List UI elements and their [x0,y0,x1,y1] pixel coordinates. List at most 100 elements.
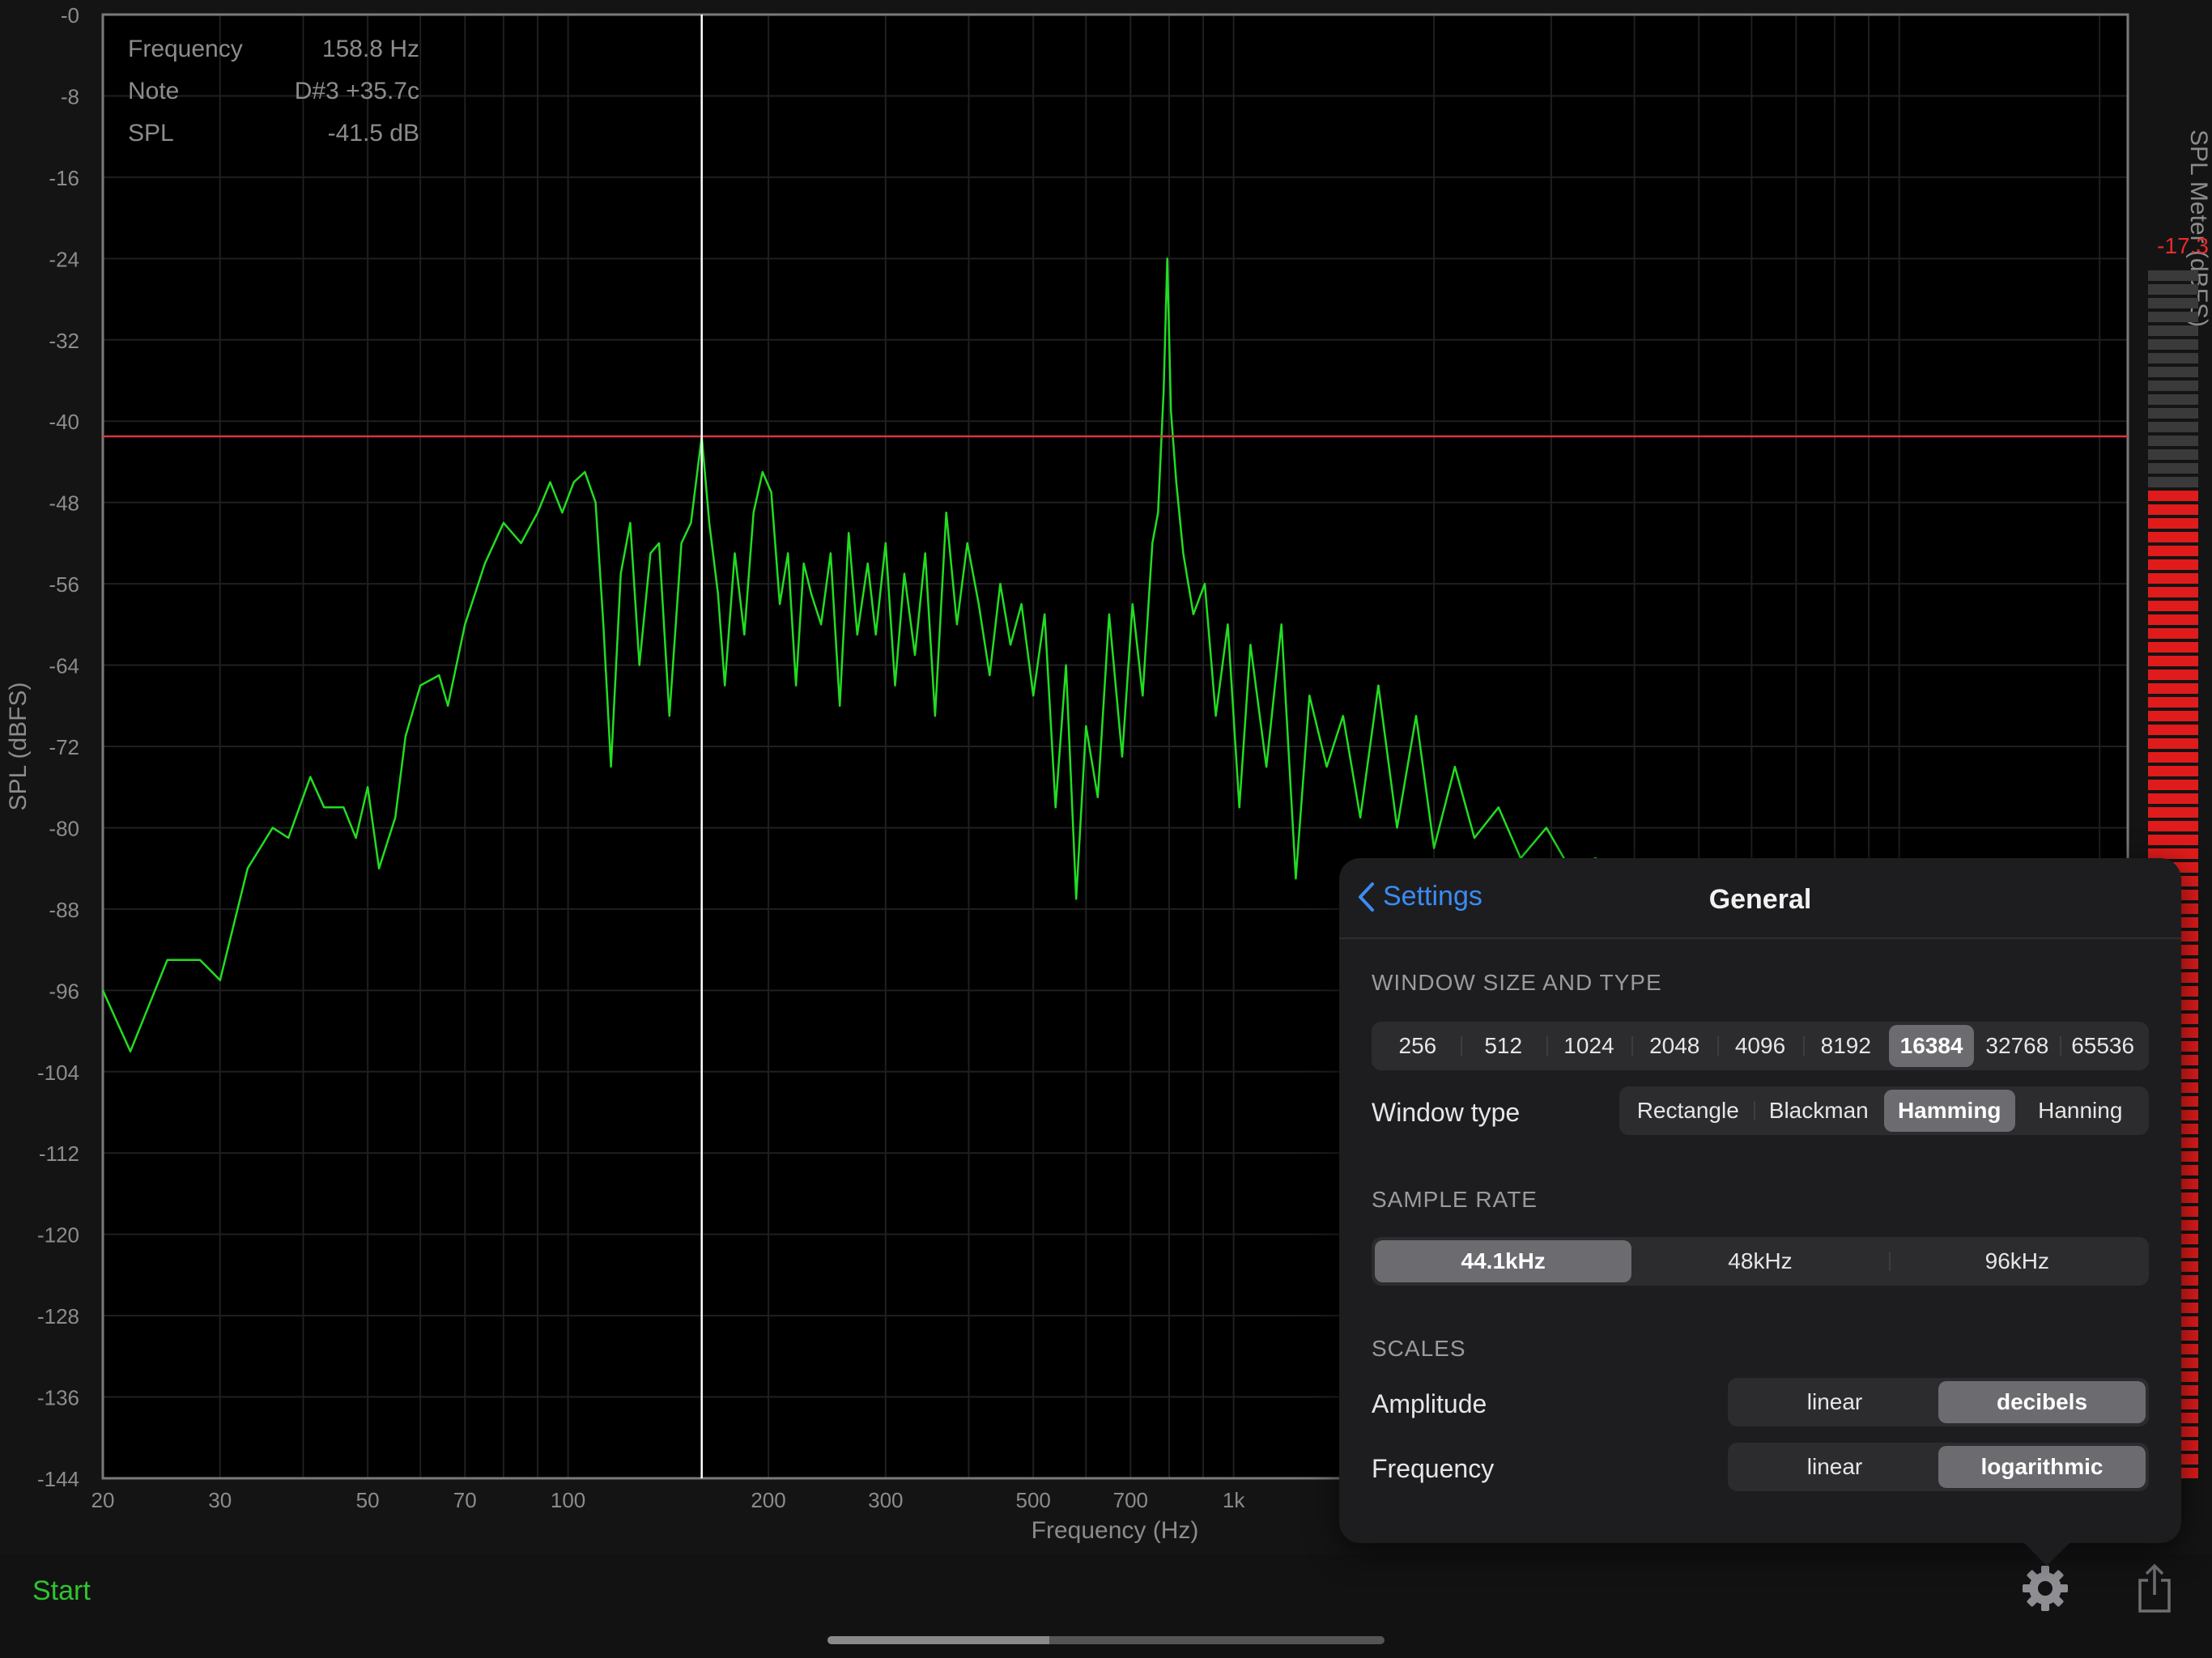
meter-segment [2148,738,2198,749]
y-tick-label: -8 [61,84,79,108]
window-size-option[interactable]: 2048 [1631,1025,1717,1067]
share-icon[interactable] [2133,1561,2176,1616]
meter-segment [2148,670,2198,680]
meter-segment [2148,559,2198,570]
y-tick-label: -88 [49,898,79,922]
meter-segment [2148,780,2198,790]
readout-value: D#3 +35.7c [294,78,419,104]
window-size-option[interactable]: 4096 [1717,1025,1803,1067]
y-tick-label: -128 [37,1304,79,1329]
meter-segment [2148,656,2198,666]
sample-rate-selector[interactable]: 44.1kHz 48kHz 96kHz [1372,1237,2149,1286]
meter-segment [2148,325,2198,336]
frequency-scale-selector[interactable]: linear logarithmic [1728,1443,2149,1491]
meter-segment [2148,711,2198,721]
x-tick-label: 70 [453,1488,477,1512]
window-size-option[interactable]: 16384 [1888,1025,1975,1067]
sample-rate-option[interactable]: 48kHz [1631,1240,1888,1282]
meter-segment [2148,518,2198,529]
meter-segment [2148,766,2198,776]
window-type-option[interactable]: Blackman [1753,1090,1885,1132]
meter-segment [2148,532,2198,542]
window-type-option[interactable]: Rectangle [1623,1090,1754,1132]
meter-segment [2148,504,2198,515]
y-axis-title: SPL (dBFS) [5,682,32,811]
y-tick-label: -144 [37,1467,79,1491]
meter-segment [2148,587,2198,597]
spl-meter-value: -17.3 [2157,233,2209,258]
gear-icon[interactable] [2019,1562,2071,1614]
popover-header: Settings General [1339,858,2181,939]
meter-segment [2148,601,2198,611]
meter-segment [2148,380,2198,391]
meter-segment [2148,477,2198,487]
frequency-scale-option[interactable]: linear [1731,1446,1938,1488]
y-tick-label: -112 [39,1141,79,1166]
y-tick-label: -40 [49,410,79,434]
meter-segment [2148,491,2198,501]
meter-segment [2148,752,2198,763]
meter-segment [2148,697,2198,708]
readout-value: -41.5 dB [327,120,419,147]
amplitude-scale-option[interactable]: decibels [1938,1381,2146,1423]
y-tick-label: -32 [49,329,79,353]
meter-segment [2148,449,2198,460]
meter-segment [2148,312,2198,322]
meter-segment [2148,408,2198,419]
sample-rate-option[interactable]: 96kHz [1888,1240,2146,1282]
meter-segment [2148,573,2198,584]
meter-segment [2148,463,2198,474]
window-size-option[interactable]: 512 [1460,1025,1546,1067]
meter-segment [2148,793,2198,804]
y-tick-label: -24 [49,247,79,271]
x-tick-label: 700 [1113,1488,1148,1512]
window-size-option[interactable]: 256 [1375,1025,1461,1067]
meter-segment [2148,642,2198,653]
x-tick-label: 50 [356,1488,380,1512]
window-size-option[interactable]: 8192 [1802,1025,1889,1067]
window-size-option[interactable]: 65536 [2060,1025,2146,1067]
x-tick-label: 200 [751,1488,785,1512]
window-type-option[interactable]: Hamming [1884,1090,2015,1132]
window-type-option[interactable]: Hanning [2015,1090,2146,1132]
readout-label: SPL [128,120,174,147]
y-tick-label: -72 [49,735,79,759]
readout-row: SPL -41.5 dB [128,120,419,162]
readout-label: Note [128,78,180,104]
start-button[interactable]: Start [32,1575,91,1607]
meter-segment [2148,628,2198,639]
meter-segment [2148,807,2198,818]
x-tick-label: 30 [208,1488,232,1512]
meter-segment [2148,821,2198,831]
cursor-readout: Frequency 158.8 Hz Note D#3 +35.7c SPL -41.5 … [128,36,419,162]
y-tick-label: -56 [49,572,79,597]
popover-title: General [1708,884,1812,915]
amplitude-scale-selector[interactable]: linear decibels [1728,1378,2149,1426]
meter-segment [2148,436,2198,446]
window-type-selector[interactable]: Rectangle Blackman Hamming Hanning [1619,1086,2149,1135]
meter-segment [2148,367,2198,377]
sample-rate-option[interactable]: 44.1kHz [1375,1240,1632,1282]
settings-popover: Settings General WINDOW SIZE AND TYPE 25… [1339,858,2181,1566]
scales-section-header: SCALES [1372,1336,1466,1361]
amplitude-label: Amplitude [1372,1389,1487,1418]
y-tick-label: -104 [37,1061,79,1085]
window-size-selector[interactable]: 256 512 1024 2048 4096 8192 16384 32768 65536 [1372,1022,2149,1070]
meter-segment [2148,835,2198,845]
x-axis-title: Frequency (Hz) [1032,1517,1199,1544]
window-size-option[interactable]: 1024 [1546,1025,1632,1067]
readout-label: Frequency [128,36,243,62]
frequency-scale-option[interactable]: logarithmic [1938,1446,2146,1488]
meter-segment [2148,683,2198,694]
readout-row: Note D#3 +35.7c [128,78,419,120]
readout-row: Frequency 158.8 Hz [128,36,419,78]
x-tick-label: 20 [91,1488,115,1512]
amplitude-scale-option[interactable]: linear [1731,1381,1938,1423]
meter-segment [2148,614,2198,625]
window-size-option[interactable]: 32768 [1974,1025,2060,1067]
y-tick-label: -0 [61,3,79,28]
y-tick-label: -48 [49,491,79,516]
x-tick-label: 100 [551,1488,585,1512]
meter-segment [2148,270,2198,281]
meter-segment [2148,353,2198,363]
